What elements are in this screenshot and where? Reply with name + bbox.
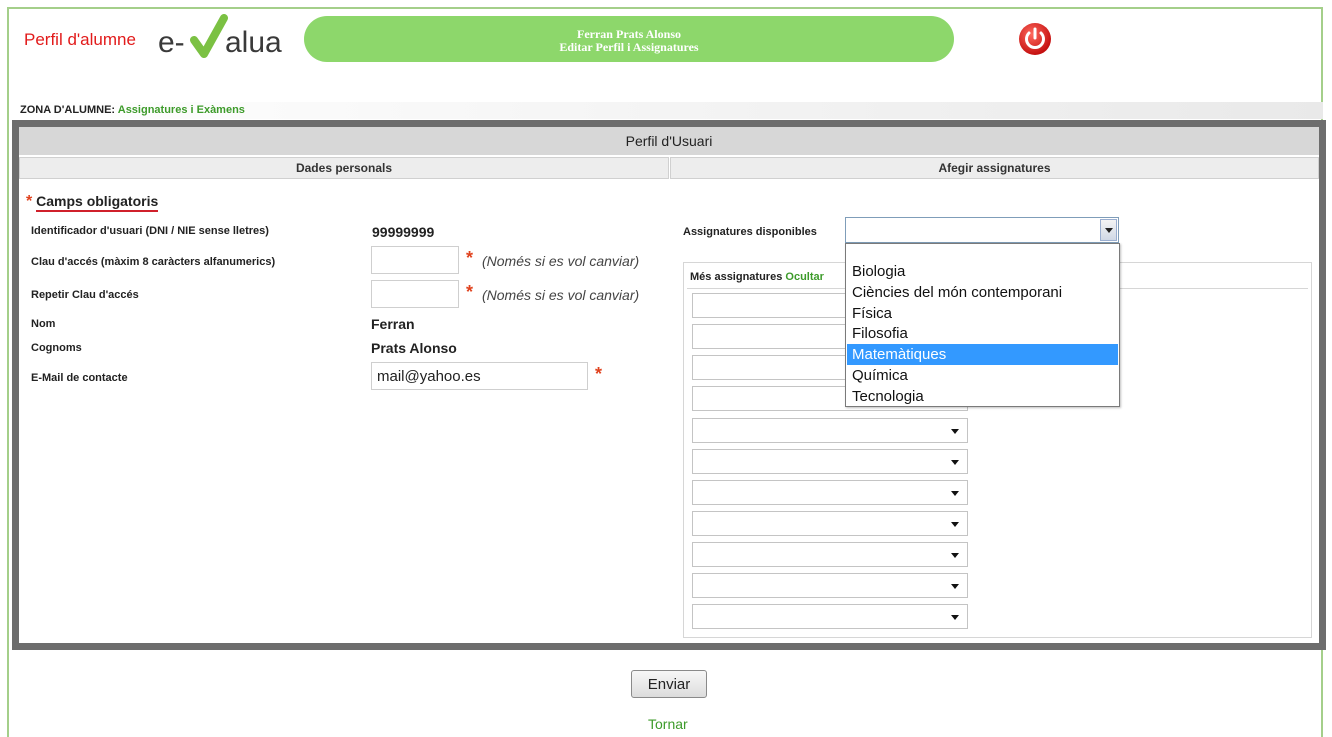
extra-subject-select-7[interactable] xyxy=(692,480,968,505)
back-link[interactable]: Tornar xyxy=(648,716,688,732)
available-subjects-label: Assignatures disponibles xyxy=(683,226,817,238)
subjects-dropdown-list: Biologia Ciències del món contemporani F… xyxy=(845,243,1120,407)
extra-subject-select-6[interactable] xyxy=(692,449,968,474)
chevron-down-icon xyxy=(951,491,959,496)
checkmark-icon xyxy=(190,14,228,58)
chevron-down-icon xyxy=(951,522,959,527)
email-label: E-Mail de contacte xyxy=(31,372,128,384)
chevron-down-icon xyxy=(951,615,959,620)
hide-link[interactable]: Ocultar xyxy=(785,271,824,283)
brand-label: Perfil d'alumne xyxy=(24,30,136,49)
user-id-label: Identificador d'usuari (DNI / NIE sense … xyxy=(31,225,269,237)
zona-link[interactable]: Assignatures i Exàmens xyxy=(118,104,245,116)
chevron-down-icon xyxy=(1105,228,1113,233)
page-subtitle: Editar Perfil i Assignatures xyxy=(559,40,699,54)
panel-title: Perfil d'Usuari xyxy=(19,127,1319,155)
extra-subject-select-10[interactable] xyxy=(692,573,968,598)
header-banner: Ferran Prats Alonso Editar Perfil i Assi… xyxy=(304,16,954,62)
name-value: Ferran xyxy=(371,316,415,332)
available-subjects-select[interactable] xyxy=(845,217,1119,243)
tab-personal-data: Dades personals xyxy=(19,157,669,179)
repeat-password-required-asterisk: * xyxy=(466,282,474,302)
extra-subject-select-8[interactable] xyxy=(692,511,968,536)
extra-subject-select-11[interactable] xyxy=(692,604,968,629)
tab-add-subjects: Afegir assignatures xyxy=(670,157,1319,179)
submit-button[interactable]: Enviar xyxy=(631,670,707,698)
repeat-password-field[interactable] xyxy=(371,280,459,308)
repeat-password-label: Repetir Clau d'accés xyxy=(31,289,139,301)
required-asterisk: * xyxy=(26,193,33,210)
password-required-asterisk: * xyxy=(466,248,474,268)
password-hint: (Només si es vol canviar) xyxy=(482,253,640,269)
subject-option-filosofia[interactable]: Filosofia xyxy=(847,323,1118,344)
breadcrumb: ZONA D'ALUMNE: Assignatures i Exàmens xyxy=(20,102,1323,119)
more-subjects-label: Més assignatures xyxy=(690,271,783,283)
user-id-value: 99999999 xyxy=(372,224,435,240)
extra-subject-select-9[interactable] xyxy=(692,542,968,567)
chevron-down-icon xyxy=(951,584,959,589)
surname-value: Prats Alonso xyxy=(371,340,457,356)
zona-label: ZONA D'ALUMNE: xyxy=(20,104,116,116)
subject-option-biologia[interactable]: Biologia xyxy=(847,261,1118,282)
email-field[interactable] xyxy=(371,362,588,390)
evalua-logo: e- alua xyxy=(158,14,282,59)
subject-option-quimica[interactable]: Química xyxy=(847,365,1118,386)
subject-option-tecnologia[interactable]: Tecnologia xyxy=(847,386,1118,407)
required-fields-title: * Camps obligatoris xyxy=(26,193,159,212)
logo-suffix: alua xyxy=(225,26,282,59)
chevron-down-icon xyxy=(951,553,959,558)
password-label: Clau d'accés (màxim 8 caràcters alfanume… xyxy=(31,256,276,268)
chevron-down-icon xyxy=(951,460,959,465)
name-label: Nom xyxy=(31,318,56,330)
required-text: Camps obligatoris xyxy=(36,193,159,212)
email-required-asterisk: * xyxy=(595,364,603,384)
subject-option-matematiques[interactable]: Matemàtiques xyxy=(847,344,1118,365)
password-field[interactable] xyxy=(371,246,459,274)
dropdown-button[interactable] xyxy=(1100,219,1117,241)
chevron-down-icon xyxy=(951,429,959,434)
subject-option-fisica[interactable]: Física xyxy=(847,303,1118,324)
extra-subject-select-5[interactable] xyxy=(692,418,968,443)
power-icon[interactable] xyxy=(1018,22,1052,56)
surname-label: Cognoms xyxy=(31,342,82,354)
logo-prefix: e- xyxy=(158,26,185,59)
subject-option-ciencies[interactable]: Ciències del món contemporani xyxy=(847,282,1118,303)
repeat-password-hint: (Només si es vol canviar) xyxy=(482,287,640,303)
